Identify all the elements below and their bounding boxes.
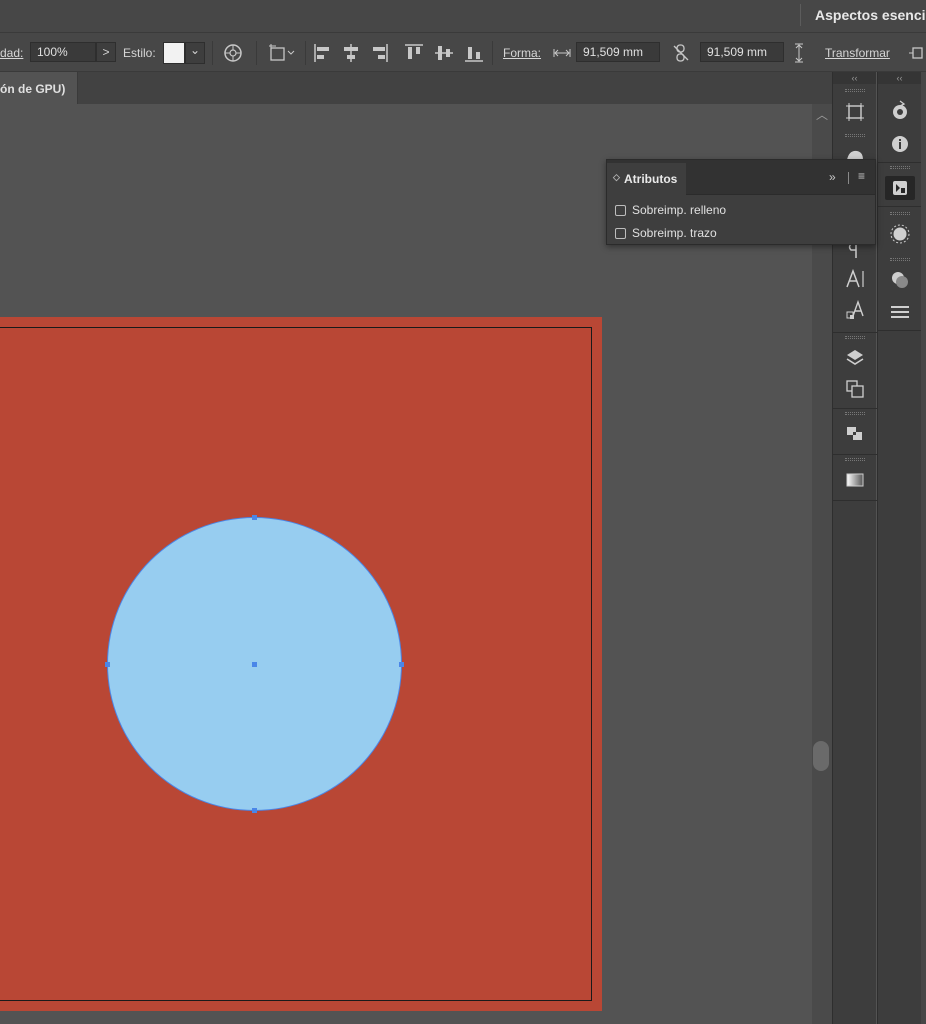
width-icon [553,49,571,57]
appearance-icon[interactable] [890,224,910,244]
constrain-proportions-icon[interactable] [671,43,691,63]
overprint-stroke-checkbox[interactable] [615,228,626,239]
opacity-label[interactable]: dad: [0,46,23,60]
control-bar: dad: 100% > Estilo: ⌄ Forma: 91,509 mm 9… [0,32,926,72]
style-swatch[interactable] [163,42,185,64]
dock-divider [833,332,877,333]
attributes-panel-icon[interactable] [885,176,915,200]
overprint-fill-label: Sobreimp. relleno [632,203,727,217]
attributes-panel: ◇ Atributos » ≡ Sobreimp. relleno Sobrei… [606,159,876,245]
align-vertical-center-icon[interactable] [434,43,454,63]
anchor-point-right[interactable] [399,662,404,667]
dock-divider [878,162,922,163]
application-bar: Aspectos esenci [0,0,926,32]
divider [848,172,849,184]
collapse-dock-button[interactable]: ‹‹ [878,72,921,84]
panel-header: ◇ Atributos » ≡ [607,160,875,195]
recolor-artwork-icon[interactable] [223,43,243,63]
style-dropdown-arrow[interactable]: ⌄ [185,42,205,64]
panel-menu-icon[interactable]: ≡ [858,169,865,183]
grip-handle[interactable] [890,258,910,261]
workspace-switcher[interactable]: Aspectos esenci [815,7,926,23]
align-left-icon[interactable] [313,43,331,63]
separator [212,41,213,65]
pathfinder-icon[interactable] [845,424,865,444]
asset-export-icon[interactable] [845,379,865,399]
collapse-dock-button[interactable]: ‹‹ [833,72,876,84]
scrollbar-thumb[interactable] [813,741,829,771]
grip-handle[interactable] [890,166,910,169]
overprint-fill-checkbox[interactable] [615,205,626,216]
overprint-stroke-label: Sobreimp. trazo [632,226,717,240]
isolate-icon[interactable] [908,43,926,63]
dock-divider [878,330,922,331]
opacity-flyout-button[interactable]: > [96,42,116,62]
shape-label[interactable]: Forma: [503,46,541,60]
panel-dock-column-2: ‹‹ [877,72,922,1024]
grip-handle[interactable] [845,134,865,137]
anchor-point-left[interactable] [105,662,110,667]
layers-icon[interactable] [845,348,865,368]
dock-divider [833,454,877,455]
center-point[interactable] [252,662,257,667]
style-label: Estilo: [123,46,156,60]
panel-resize-arrows-icon[interactable]: ◇ [613,172,620,183]
artboards-icon[interactable] [845,102,865,122]
align-horizontal-center-icon[interactable] [342,43,360,63]
align-right-icon[interactable] [371,43,389,63]
gradient-icon[interactable] [845,470,865,490]
color-guide-icon[interactable] [890,100,910,122]
height-icon [795,43,803,63]
anchor-point-top[interactable] [252,515,257,520]
grip-handle[interactable] [890,212,910,215]
grip-handle[interactable] [845,412,865,415]
anchor-point-bottom[interactable] [252,808,257,813]
overprint-fill-option[interactable]: Sobreimp. relleno [615,203,726,217]
grip-handle[interactable] [845,458,865,461]
align-bottom-icon[interactable] [464,43,484,63]
document-tab-bar [0,72,832,104]
dock-divider [878,206,922,207]
stroke-icon[interactable] [890,302,910,322]
separator [256,41,257,65]
panel-title: Atributos [624,172,678,186]
glyphs-icon[interactable] [845,300,867,322]
transparency-icon[interactable] [890,270,910,290]
align-to-selection-icon[interactable] [268,43,298,63]
character-icon[interactable] [845,269,865,289]
divider [800,4,801,26]
panel-dock-column-3 [921,72,926,1024]
scroll-up-arrow-icon[interactable]: ︿ [816,106,828,123]
separator [492,41,493,65]
separator [305,41,306,65]
document-tab[interactable]: ón de GPU) [0,72,78,104]
height-field[interactable]: 91,509 mm [700,42,784,62]
grip-handle[interactable] [845,89,865,92]
align-top-icon[interactable] [404,43,424,63]
info-icon[interactable] [890,134,910,154]
attributes-tab[interactable]: ◇ Atributos [607,163,686,195]
overprint-stroke-option[interactable]: Sobreimp. trazo [615,226,717,240]
dock-divider [833,408,877,409]
opacity-field[interactable]: 100% [30,42,96,62]
transform-link[interactable]: Transformar [825,46,890,60]
width-field[interactable]: 91,509 mm [576,42,660,62]
dock-divider [833,500,877,501]
collapse-panel-icon[interactable]: » [829,170,836,184]
grip-handle[interactable] [845,336,865,339]
